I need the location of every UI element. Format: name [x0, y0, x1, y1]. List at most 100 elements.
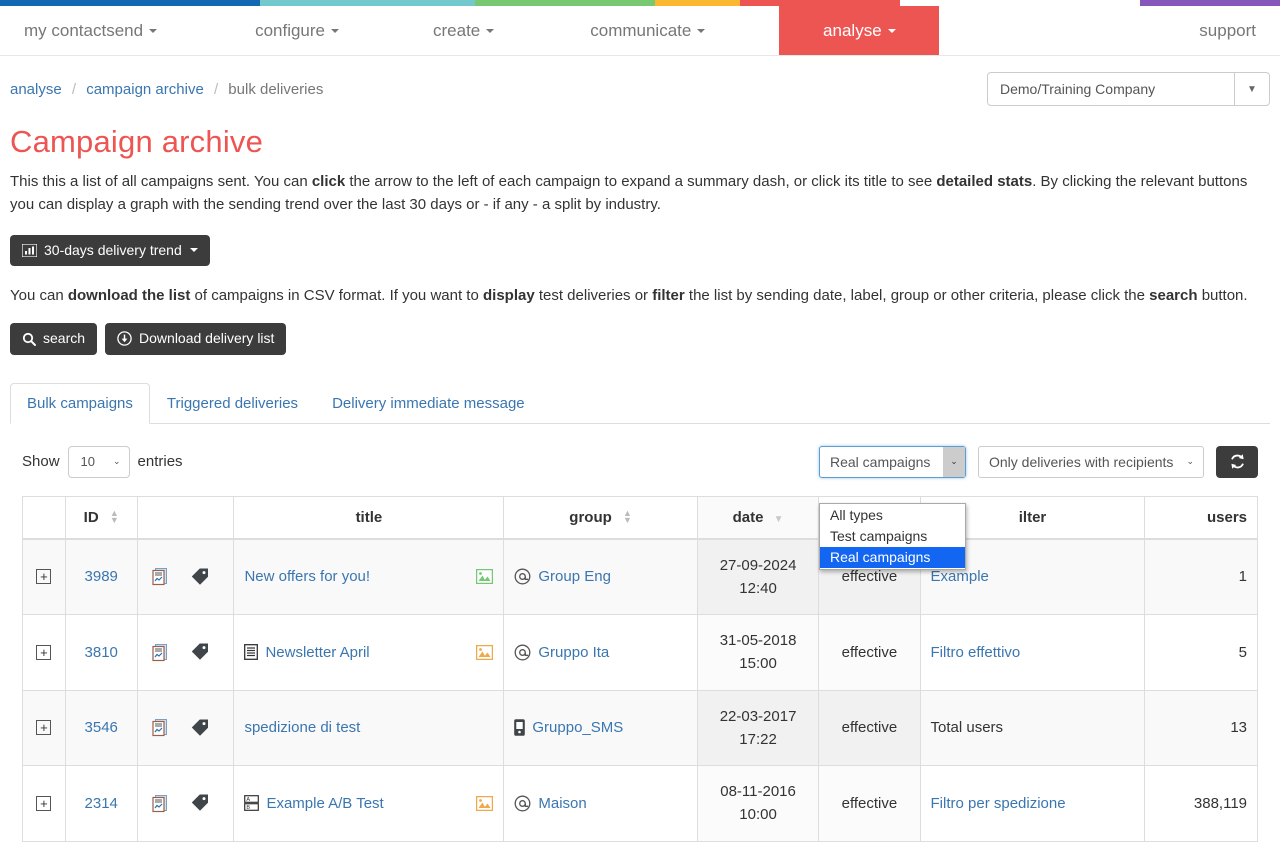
group-link[interactable]: Gruppo Ita [538, 644, 609, 661]
tab-delivery-immediate-message[interactable]: Delivery immediate message [315, 383, 542, 424]
chevron-down-icon [149, 28, 158, 33]
chevron-down-icon [331, 28, 339, 33]
download-button-label: Download delivery list [139, 330, 275, 347]
image-preview-icon-orange[interactable] [476, 795, 494, 811]
report-icon[interactable] [152, 794, 169, 813]
expand-row-icon[interactable]: + [36, 720, 52, 736]
filter-link[interactable]: Filtro effettivo [931, 644, 1021, 661]
id-cell: 3810 [64, 614, 138, 691]
table-controls: Show 10 ⌄ entries Real campaigns ⌄ Only … [22, 445, 1258, 478]
intro-bold-detailed-stats: detailed stats [936, 173, 1033, 190]
intro-paragraph-2: You can download the list of campaigns i… [10, 284, 1258, 307]
date-value: 27-09-2024 [719, 556, 797, 574]
expand-row-icon[interactable]: + [36, 795, 52, 811]
report-icon[interactable] [152, 718, 169, 737]
breadcrumb-link-analyse[interactable]: analyse [10, 81, 62, 98]
main-navigation: my contactsend configure create communic… [0, 6, 1280, 56]
tab-triggered-deliveries[interactable]: Triggered deliveries [150, 383, 315, 424]
dropdown-option-real-campaigns[interactable]: Real campaigns [820, 547, 965, 568]
nav-item-support[interactable]: support [1181, 6, 1280, 55]
campaign-type-dropdown-options[interactable]: All types Test campaigns Real campaigns [819, 503, 966, 570]
group-link[interactable]: Maison [538, 795, 586, 812]
refresh-icon [1229, 453, 1246, 470]
users-cell: 5 [1144, 614, 1258, 691]
campaign-id-link[interactable]: 3810 [85, 644, 118, 661]
campaign-title-link[interactable]: Example A/B Test [266, 795, 383, 812]
tag-icon[interactable] [191, 568, 209, 586]
table-row[interactable]: + 2314 A B Example A/B Test Maison 08-11… [22, 765, 1258, 842]
filter-link[interactable]: Filtro per spedizione [931, 795, 1066, 812]
group-cell: Group Eng [503, 538, 698, 616]
filter-cell: Total users [919, 689, 1146, 767]
date-value: 08-11-2016 [720, 783, 796, 801]
filter-link[interactable]: Example [931, 568, 989, 585]
expand-cell[interactable]: + [22, 538, 66, 616]
tag-icon[interactable] [191, 719, 209, 737]
report-icon[interactable] [152, 567, 169, 586]
date-value: 31-05-2018 [719, 632, 797, 650]
header-date[interactable]: date ▼ [696, 495, 820, 540]
row-icons-cell [136, 689, 235, 767]
image-preview-icon-orange[interactable] [476, 644, 494, 660]
report-icon[interactable] [152, 643, 169, 662]
campaign-type-select[interactable]: Real campaigns ⌄ [819, 445, 966, 478]
header-group[interactable]: group ▲ ▼ [503, 495, 698, 540]
nav-item-create[interactable]: create [415, 6, 512, 55]
nav-label: create [433, 20, 481, 40]
campaign-id-link[interactable]: 3989 [85, 568, 118, 585]
nav-item-communicate[interactable]: communicate [572, 6, 723, 55]
nav-item-configure[interactable]: configure [237, 6, 357, 55]
group-link[interactable]: Gruppo_SMS [532, 719, 623, 736]
header-id[interactable]: ID ▲ ▼ [64, 495, 138, 540]
table-row[interactable]: + 3810 Newsletter April Gruppo Ita 31-05… [22, 614, 1258, 691]
filter-controls: Real campaigns ⌄ Only deliveries with re… [819, 445, 1258, 478]
expand-row-icon[interactable]: + [36, 644, 52, 660]
search-button[interactable]: search [10, 323, 98, 355]
dropdown-option-test-campaigns[interactable]: Test campaigns [820, 526, 965, 547]
title-cell: spedizione di test [233, 689, 505, 767]
page-length-select[interactable]: 10 ⌄ [67, 445, 130, 478]
delivery-trend-button[interactable]: 30-days delivery trend [10, 234, 210, 266]
tab-bulk-campaigns[interactable]: Bulk campaigns [10, 382, 150, 424]
group-link[interactable]: Group Eng [538, 568, 611, 585]
nav-label: my contactsend [24, 20, 144, 40]
page-title: Campaign archive [10, 124, 264, 159]
breadcrumb-separator: / [71, 80, 77, 98]
time-value: 10:00 [739, 806, 777, 824]
header-title[interactable]: title [233, 495, 505, 540]
intro-bold-click: click [311, 173, 346, 190]
nav-item-analyse[interactable]: analyse [779, 6, 940, 55]
tag-icon[interactable] [191, 794, 209, 812]
tag-icon[interactable] [191, 643, 209, 661]
delivery-trend-label: 30-days delivery trend [44, 241, 182, 258]
ab-test-icon: A B [244, 795, 260, 811]
campaign-title-link[interactable]: Newsletter April [265, 644, 369, 661]
campaign-id-link[interactable]: 2314 [85, 795, 118, 812]
table-row[interactable]: + 3546 spedizione di test Gruppo_SMS 22-… [22, 689, 1258, 767]
table-row[interactable]: + 3989 New offers for you! Group Eng 27-… [22, 538, 1258, 616]
breadcrumb-link-campaign-archive[interactable]: campaign archive [86, 81, 204, 98]
header-users[interactable]: users [1144, 495, 1258, 540]
campaign-title-link[interactable]: New offers for you! [244, 568, 370, 585]
campaign-type-value: Real campaigns [830, 453, 931, 470]
company-selector[interactable]: Demo/Training Company ▼ [987, 72, 1270, 106]
recipients-filter-select[interactable]: Only deliveries with recipients ⌄ [978, 445, 1204, 478]
header-filter-label: ilter [1018, 508, 1047, 526]
users-cell: 1 [1144, 538, 1258, 616]
image-preview-icon-green[interactable] [476, 569, 494, 585]
expand-row-icon[interactable]: + [36, 569, 52, 585]
status-cell: effective [818, 765, 921, 842]
expand-cell[interactable]: + [22, 689, 66, 767]
refresh-button[interactable] [1216, 445, 1258, 478]
campaign-id-link[interactable]: 3546 [85, 719, 118, 736]
nav-item-my-contactsend[interactable]: my contactsend [0, 6, 175, 55]
header-expand [22, 495, 66, 540]
group-cell: Gruppo_SMS [503, 689, 698, 767]
sort-icon: ▲ ▼ [622, 507, 632, 525]
action-button-row: search Download delivery list [10, 323, 1270, 355]
expand-cell[interactable]: + [22, 765, 66, 842]
dropdown-option-all-types[interactable]: All types [820, 505, 965, 526]
download-delivery-list-button[interactable]: Download delivery list [105, 323, 287, 355]
campaign-title-link[interactable]: spedizione di test [244, 719, 360, 736]
expand-cell[interactable]: + [22, 614, 66, 691]
